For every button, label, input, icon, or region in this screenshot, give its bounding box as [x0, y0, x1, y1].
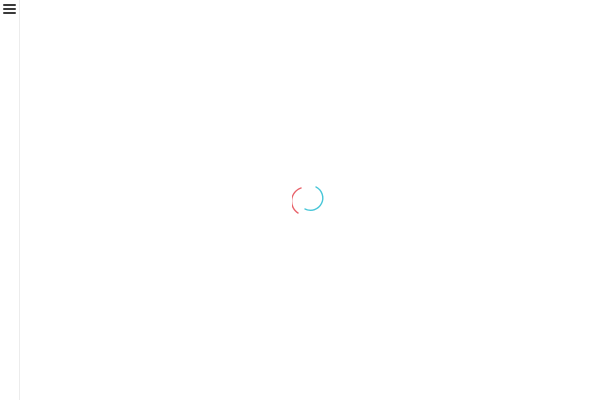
sidebar [0, 0, 20, 400]
app-window [0, 0, 600, 400]
menu-button[interactable] [3, 3, 17, 15]
spinner-outer-arc [292, 187, 302, 214]
spinner-inner-arc [304, 186, 324, 211]
loading-spinner-icon [292, 186, 324, 214]
main-content [20, 0, 600, 400]
